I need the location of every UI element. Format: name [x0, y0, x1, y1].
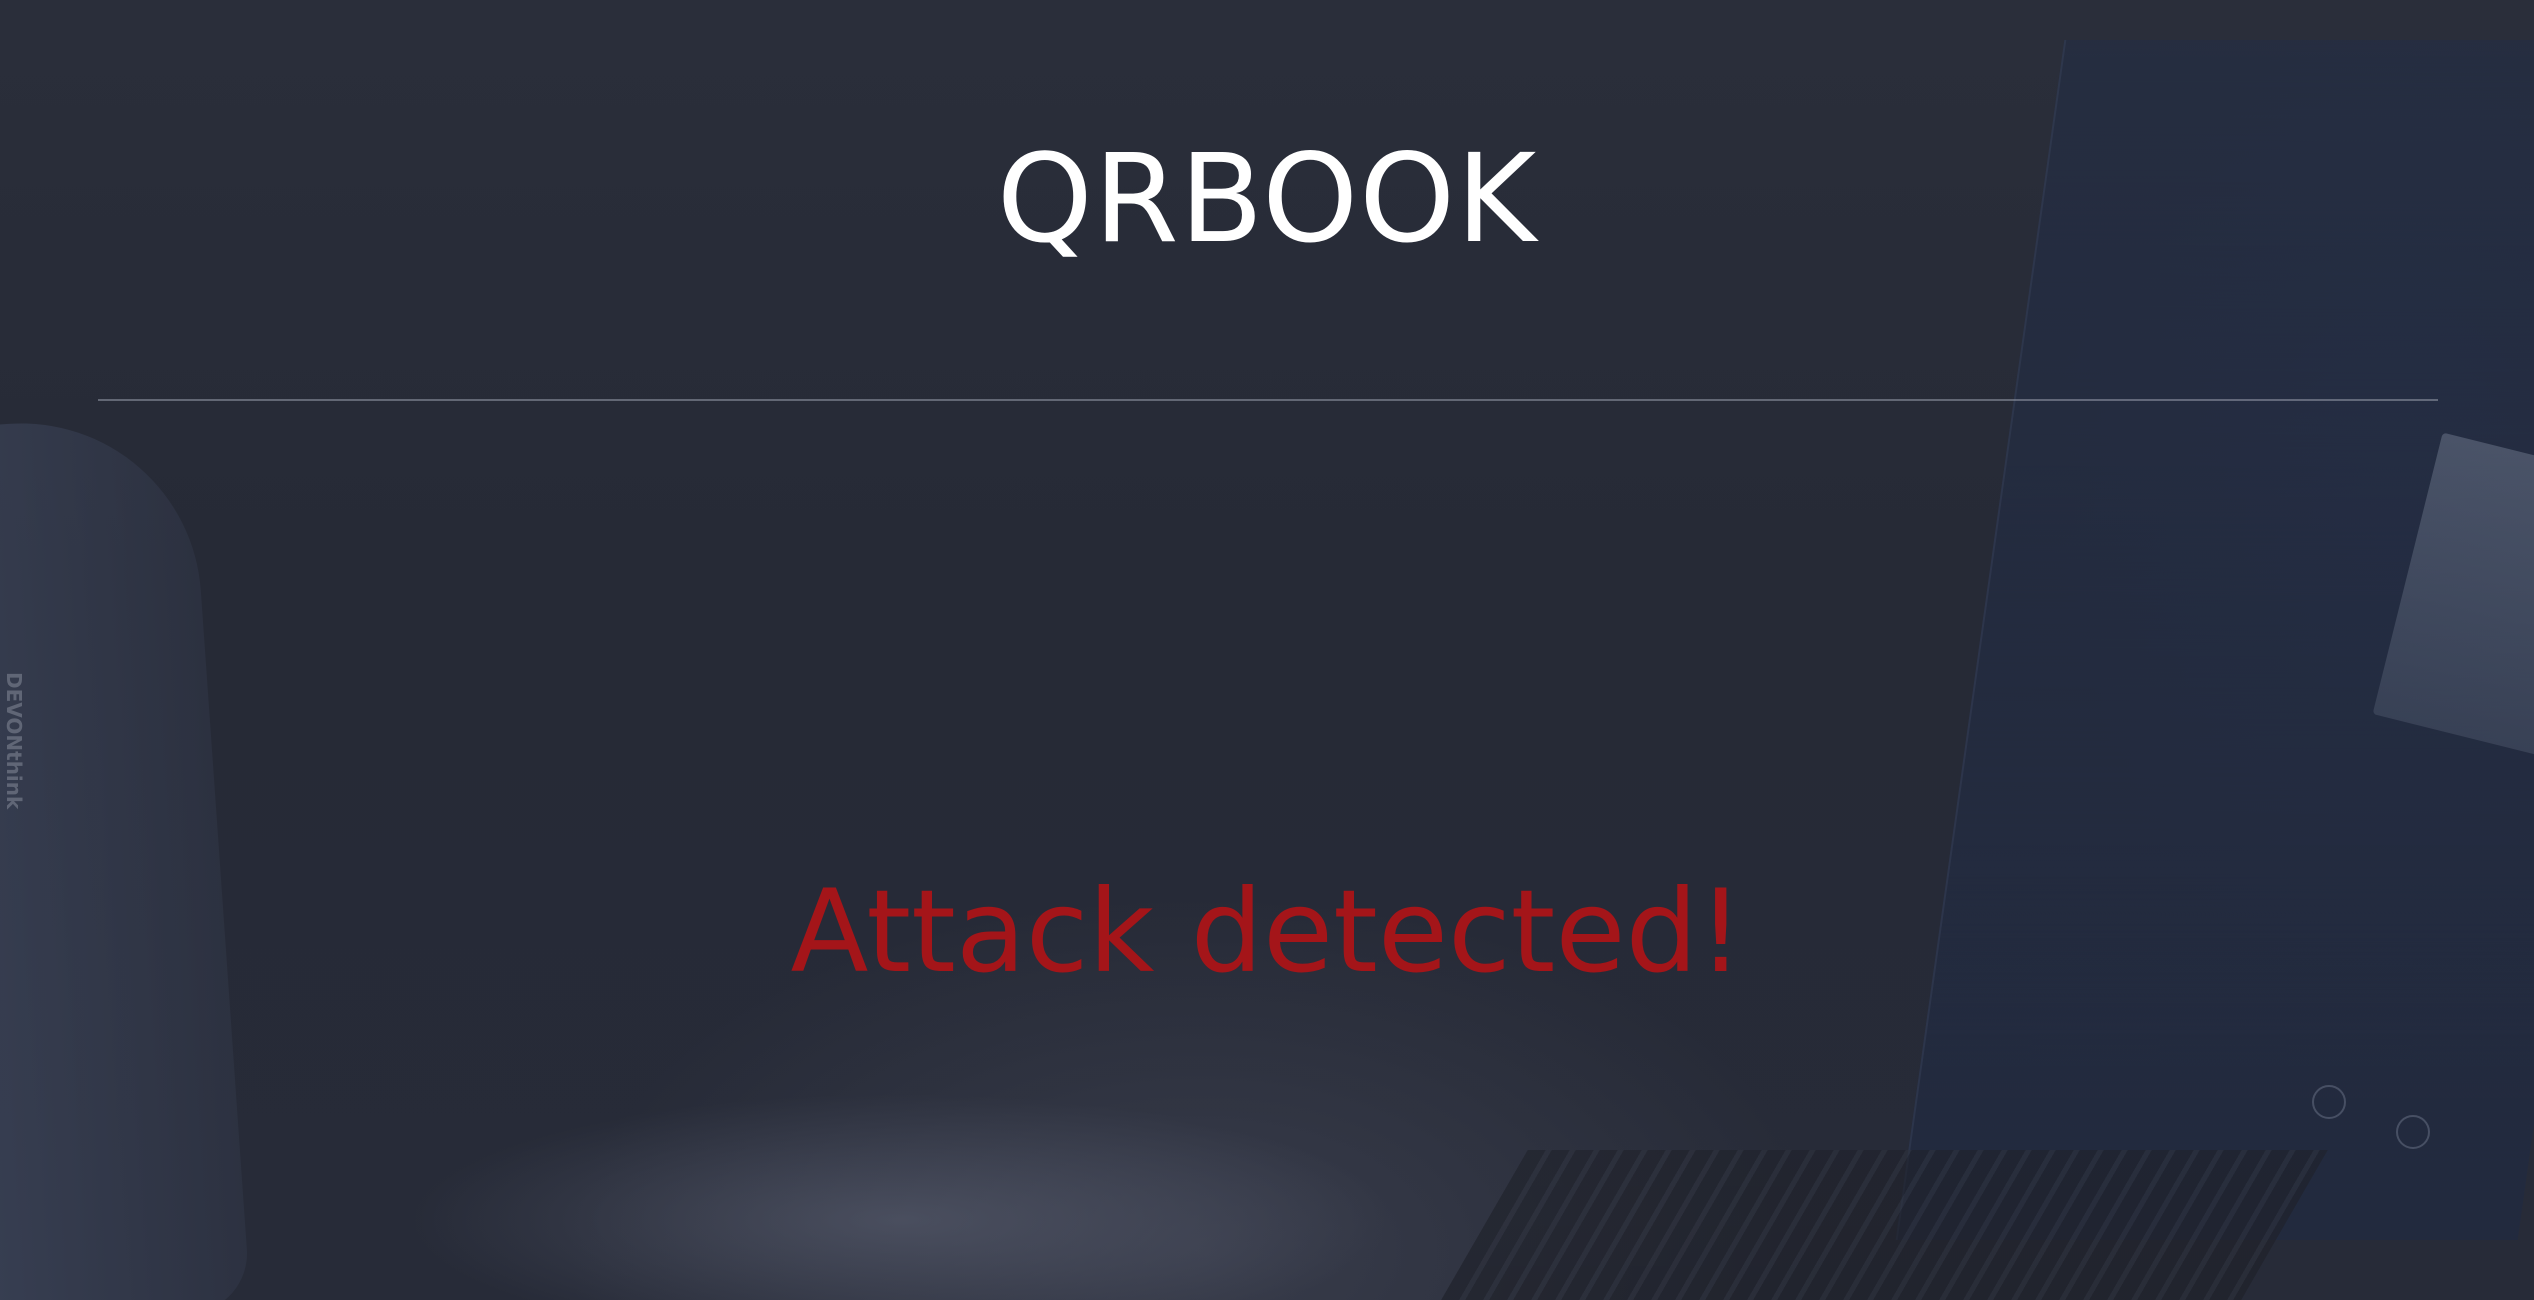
- attack-alert-message: Attack detected!: [790, 865, 1744, 998]
- background-card: [2372, 432, 2534, 758]
- page-background: DEVONthink QRBOOK Attack detected!: [0, 0, 2534, 1300]
- background-arm: [0, 411, 252, 1300]
- background-hand: [200, 1020, 1550, 1300]
- background-round-icon: [2396, 1115, 2430, 1149]
- watermark-text: DEVONthink: [2, 672, 26, 810]
- background-round-icon: [2312, 1085, 2346, 1119]
- header-divider: [98, 399, 2438, 401]
- page-title: QRBOOK: [996, 128, 1538, 270]
- background-keyboard: [1412, 1150, 2328, 1300]
